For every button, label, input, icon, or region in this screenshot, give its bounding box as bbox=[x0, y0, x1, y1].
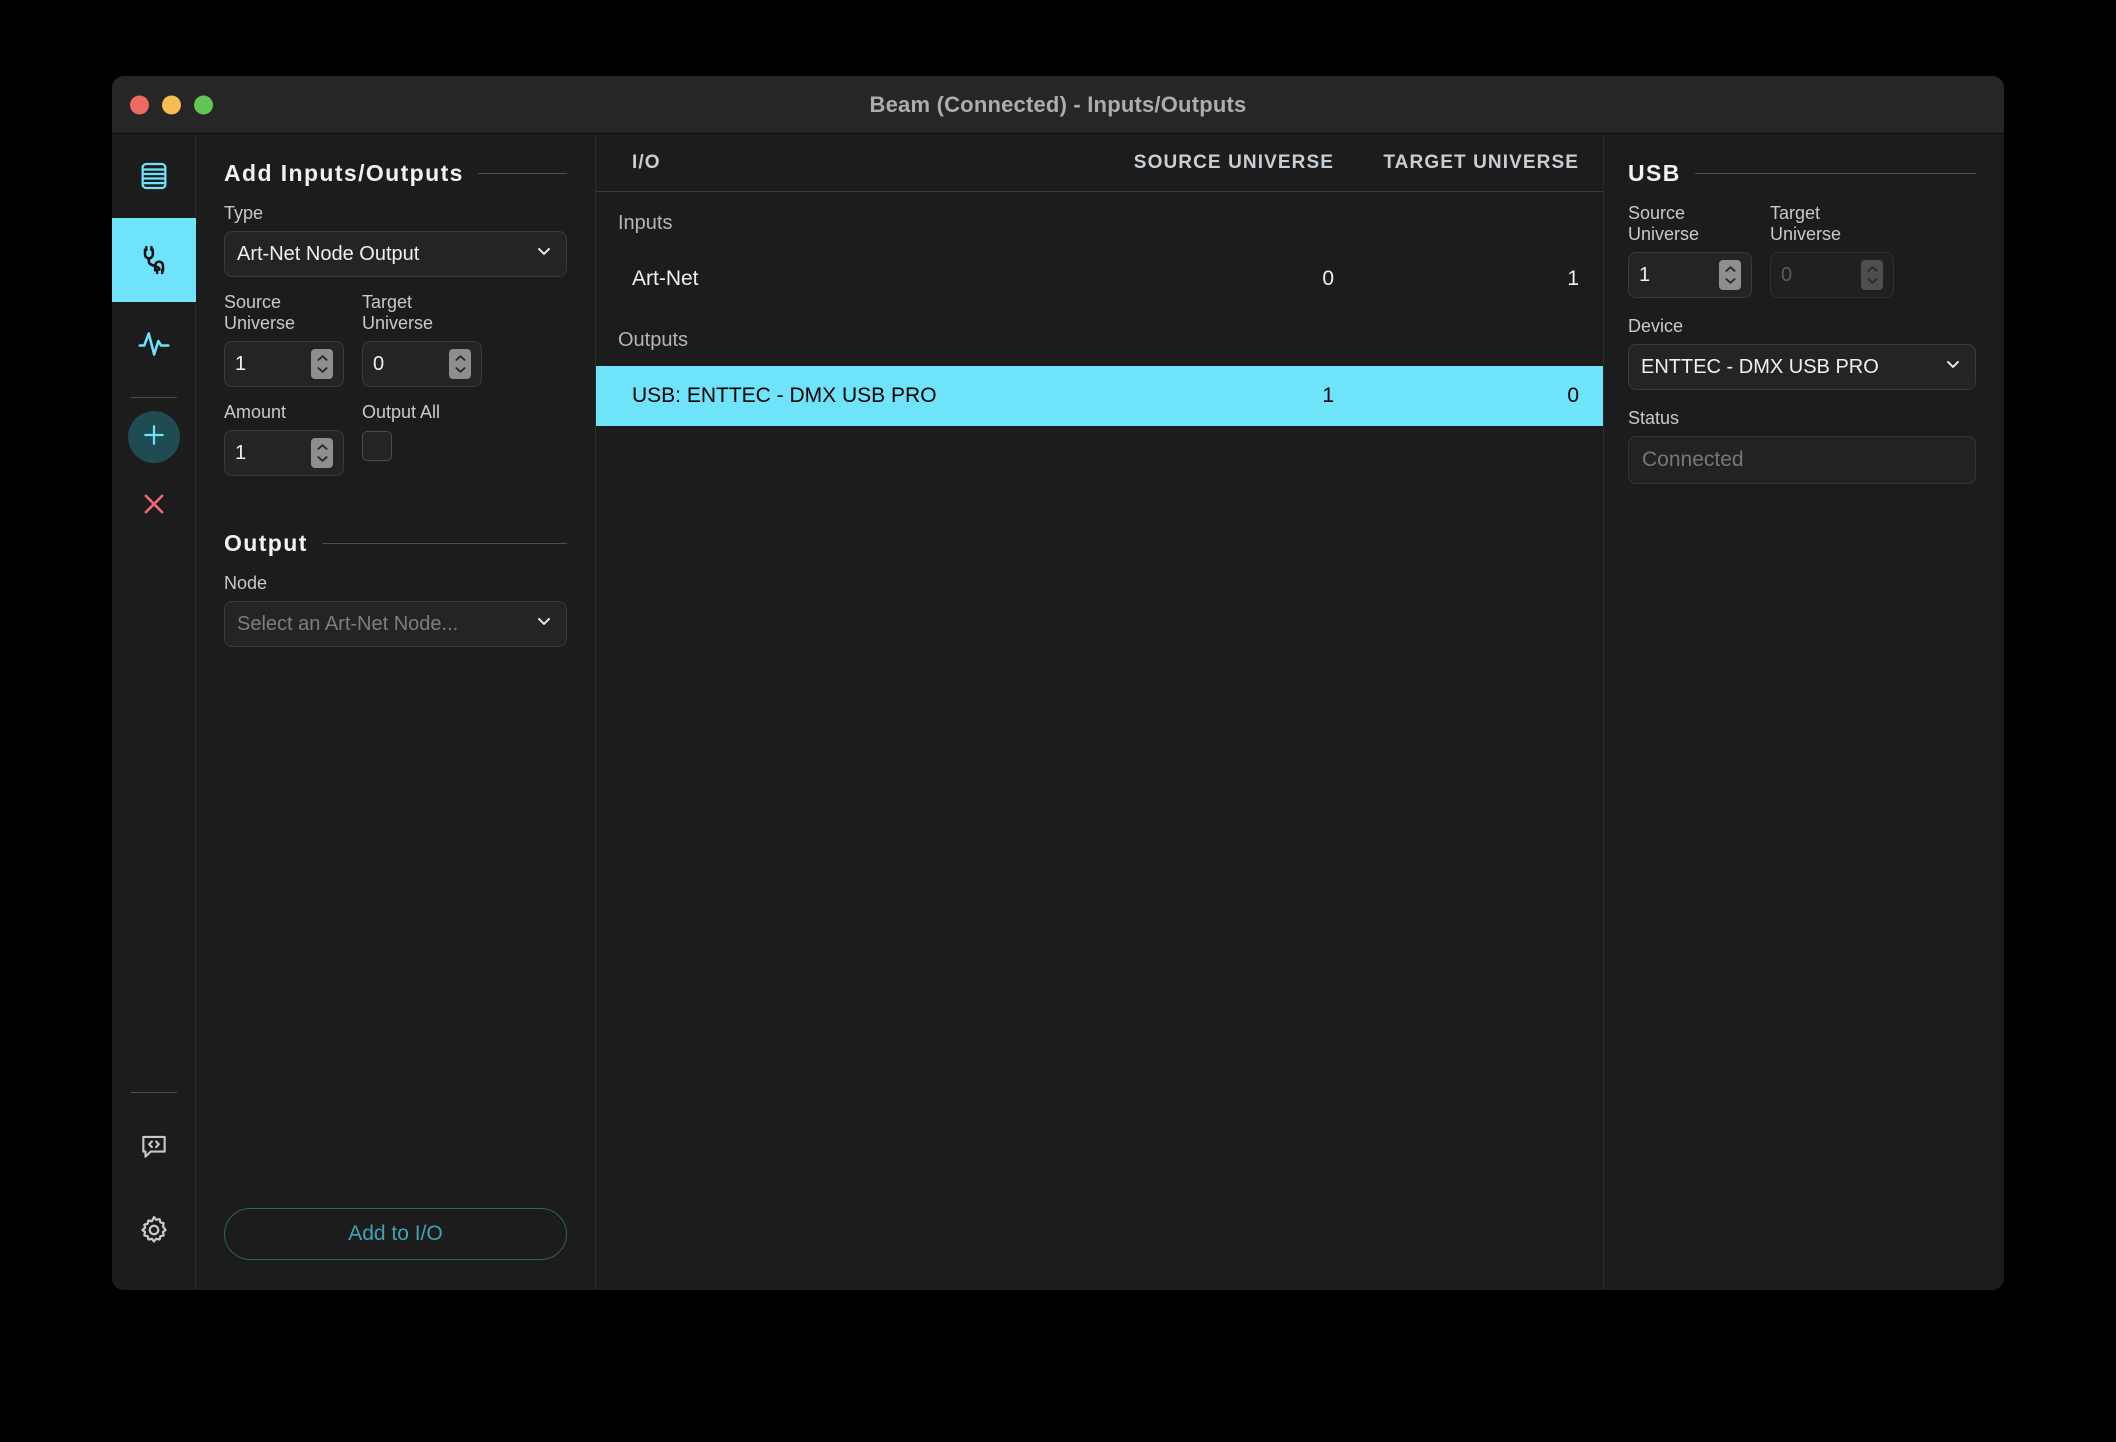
chevron-down-icon bbox=[534, 611, 554, 637]
type-select-value: Art-Net Node Output bbox=[237, 242, 420, 265]
usb-heading-label: USB bbox=[1628, 160, 1681, 186]
add-button[interactable] bbox=[127, 411, 180, 463]
amount-stepper[interactable] bbox=[311, 438, 333, 468]
title-bar: Beam (Connected) - Inputs/Outputs bbox=[112, 76, 2004, 134]
window-title: Beam (Connected) - Inputs/Outputs bbox=[869, 91, 1247, 117]
column-header-io: I/O bbox=[632, 151, 661, 173]
chevron-down-icon bbox=[534, 241, 554, 267]
type-label: Type bbox=[224, 203, 264, 223]
sidebar-item-settings[interactable] bbox=[112, 1188, 196, 1272]
column-header-source-universe: SOURCE UNIVERSE bbox=[1133, 151, 1334, 173]
row-source-universe: 0 bbox=[1322, 267, 1334, 290]
add-io-heading-label: Add Inputs/Outputs bbox=[224, 160, 464, 186]
device-select[interactable]: ENTTEC - DMX USB PRO bbox=[1628, 344, 1976, 390]
source-universe-stepper[interactable] bbox=[311, 349, 333, 379]
amount-row: Amount 1 Output All bbox=[224, 402, 567, 476]
remove-button[interactable] bbox=[139, 489, 169, 524]
amount-input[interactable]: 1 bbox=[224, 430, 344, 476]
target-universe-value: 0 bbox=[373, 352, 385, 375]
table-header: I/O SOURCE UNIVERSE TARGET UNIVERSE bbox=[596, 134, 1603, 192]
status-value: Connected bbox=[1642, 448, 1744, 471]
rail-divider-top bbox=[130, 397, 177, 398]
output-heading-rule bbox=[321, 543, 567, 544]
universe-row: Source Universe 1 Target Universe 0 bbox=[224, 292, 567, 387]
target-universe-stepper[interactable] bbox=[449, 349, 471, 379]
source-universe-value: 1 bbox=[235, 352, 247, 375]
chevron-down-icon bbox=[1943, 354, 1963, 380]
usb-target-universe-input[interactable]: 0 bbox=[1770, 252, 1894, 298]
rail-divider-bottom bbox=[130, 1092, 177, 1093]
sidebar-item-monitor[interactable] bbox=[112, 302, 196, 386]
code-bubble-icon bbox=[138, 1130, 170, 1162]
io-table: I/O SOURCE UNIVERSE TARGET UNIVERSE Inpu… bbox=[596, 134, 1604, 1290]
icon-rail bbox=[112, 134, 196, 1290]
list-panel-icon bbox=[137, 159, 171, 193]
plus-icon bbox=[140, 421, 168, 454]
group-label-outputs: Outputs bbox=[618, 329, 689, 351]
add-io-heading: Add Inputs/Outputs bbox=[224, 160, 567, 187]
plug-cable-icon bbox=[136, 242, 172, 278]
row-target-universe: 1 bbox=[1567, 267, 1579, 290]
amount-label: Amount bbox=[224, 402, 287, 422]
table-row[interactable]: Art-Net 0 1 bbox=[596, 249, 1603, 309]
add-to-io-button[interactable]: Add to I/O bbox=[224, 1208, 567, 1260]
gear-icon bbox=[137, 1213, 171, 1247]
sidebar-item-console[interactable] bbox=[112, 1104, 196, 1188]
usb-universe-row: Source Universe 1 Target Universe 0 bbox=[1628, 203, 1976, 298]
target-universe-input[interactable]: 0 bbox=[362, 341, 482, 387]
column-header-target-universe: TARGET UNIVERSE bbox=[1383, 151, 1579, 173]
row-target-universe: 0 bbox=[1567, 384, 1579, 407]
sidebar-item-patch[interactable] bbox=[112, 134, 196, 218]
usb-source-universe-input[interactable]: 1 bbox=[1628, 252, 1752, 298]
window-body: Add Inputs/Outputs Type Art-Net Node Out… bbox=[112, 134, 2004, 1290]
output-heading-label: Output bbox=[224, 530, 308, 556]
type-select[interactable]: Art-Net Node Output bbox=[224, 231, 567, 277]
status-field: Connected bbox=[1628, 436, 1976, 484]
usb-heading: USB bbox=[1628, 160, 1976, 187]
close-x-icon bbox=[139, 494, 169, 523]
device-label: Device bbox=[1628, 316, 1684, 336]
add-io-panel: Add Inputs/Outputs Type Art-Net Node Out… bbox=[196, 134, 596, 1290]
node-select[interactable]: Select an Art-Net Node... bbox=[224, 601, 567, 647]
output-all-checkbox[interactable] bbox=[362, 431, 392, 461]
status-label: Status bbox=[1628, 408, 1680, 428]
table-row[interactable]: USB: ENTTEC - DMX USB PRO 1 0 bbox=[596, 366, 1603, 426]
amount-value: 1 bbox=[235, 441, 247, 464]
output-section-heading: Output bbox=[224, 530, 567, 557]
node-label: Node bbox=[224, 573, 268, 593]
usb-heading-rule bbox=[1694, 173, 1976, 174]
row-io-name: USB: ENTTEC - DMX USB PRO bbox=[632, 384, 937, 407]
target-universe-label: Target Universe bbox=[362, 292, 434, 333]
row-source-universe: 1 bbox=[1322, 384, 1334, 407]
waveform-icon bbox=[136, 326, 172, 362]
sidebar-item-inputs-outputs[interactable] bbox=[112, 218, 196, 302]
usb-source-universe-label: Source Universe bbox=[1628, 203, 1700, 244]
row-io-name: Art-Net bbox=[632, 267, 699, 290]
usb-target-universe-label: Target Universe bbox=[1770, 203, 1842, 244]
device-select-value: ENTTEC - DMX USB PRO bbox=[1641, 355, 1879, 378]
output-all-label: Output All bbox=[362, 402, 441, 422]
usb-detail-panel: USB Source Universe 1 Target Universe 0 … bbox=[1604, 134, 2004, 1290]
usb-source-universe-stepper[interactable] bbox=[1719, 260, 1741, 290]
heading-rule bbox=[477, 173, 567, 174]
group-label-inputs: Inputs bbox=[618, 212, 673, 234]
source-universe-input[interactable]: 1 bbox=[224, 341, 344, 387]
usb-target-universe-stepper bbox=[1861, 260, 1883, 290]
usb-source-universe-value: 1 bbox=[1639, 263, 1651, 286]
app-window: Beam (Connected) - Inputs/Outputs Add In… bbox=[112, 76, 2004, 1290]
usb-target-universe-value: 0 bbox=[1781, 263, 1793, 286]
node-select-value: Select an Art-Net Node... bbox=[237, 612, 459, 635]
source-universe-label: Source Universe bbox=[224, 292, 296, 333]
